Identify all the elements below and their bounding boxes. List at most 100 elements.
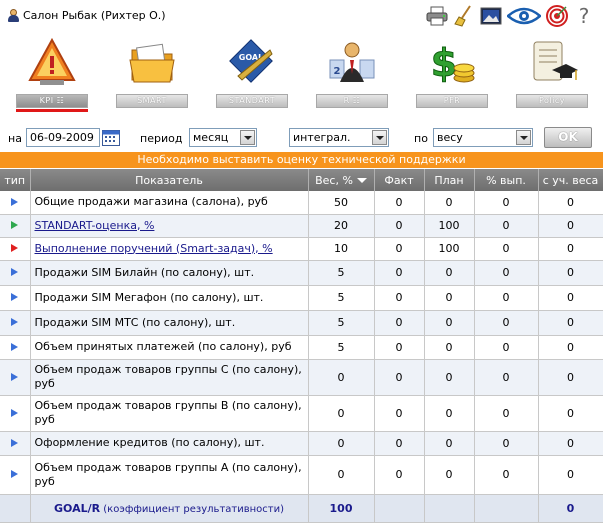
top-bar: Салон Рыбак (Рихтер О.) ? — [0, 0, 603, 30]
user-icon — [8, 9, 19, 22]
weight-cell: 10 — [308, 237, 375, 261]
plan-cell: 0 — [424, 335, 475, 360]
plan-cell: 0 — [424, 395, 475, 432]
expand-arrow-icon[interactable] — [11, 408, 19, 417]
table-row: Продажи SIM Билайн (по салону), шт. 5 0 0 0 0 — [0, 260, 603, 286]
table-row: Общие продажи магазина (салона), руб 50 0 0… — [0, 191, 603, 215]
weighted-cell: 0 — [538, 285, 603, 311]
plan-cell: 0 — [424, 260, 475, 286]
nav-item-pfr[interactable]: $ PFR — [414, 32, 490, 112]
policy-scroll-icon — [533, 41, 578, 81]
sort-desc-icon[interactable] — [356, 178, 367, 183]
nav-item-policy[interactable]: Policy — [514, 32, 590, 112]
ok-button[interactable]: OK — [544, 127, 592, 148]
fact-cell: 0 — [374, 359, 425, 396]
fact-cell: 0 — [374, 395, 425, 432]
plan-cell: 0 — [424, 310, 475, 336]
nav-label-policy: Policy — [516, 94, 588, 108]
expand-arrow-icon[interactable] — [11, 438, 19, 447]
col-header-plan: План — [424, 169, 475, 191]
eye-icon[interactable] — [507, 5, 541, 27]
period-select[interactable]: месяц — [189, 128, 257, 147]
table-footer-row: GOAL/R (коэффициент результативности) 100… — [0, 494, 603, 523]
fact-cell: 0 — [374, 335, 425, 360]
indicator-name: Продажи SIM МТС (по салону), шт. — [30, 310, 309, 336]
broom-icon[interactable] — [453, 5, 475, 27]
rating-person-icon: 2 — [329, 42, 375, 82]
chevron-down-icon[interactable] — [372, 130, 387, 145]
pct-cell: 0 — [474, 335, 539, 360]
pct-cell: 0 — [474, 359, 539, 396]
expand-arrow-icon[interactable] — [11, 470, 19, 478]
weight-cell: 20 — [308, 214, 375, 238]
table-row: Объем продаж товаров группы C (по салону… — [0, 359, 603, 396]
expand-arrow-icon[interactable] — [11, 372, 19, 381]
table-row: Продажи SIM Мегафон (по салону), шт. 5 0 0 0… — [0, 285, 603, 311]
expand-arrow-icon[interactable] — [11, 221, 19, 229]
plan-cell: 0 — [424, 285, 475, 311]
nav-label-r: R ☷ — [316, 94, 388, 108]
weight-cell: 5 — [308, 260, 375, 286]
nav-item-r[interactable]: 2 R ☷ — [314, 32, 390, 112]
type-cell — [0, 191, 31, 215]
expand-arrow-icon[interactable] — [11, 342, 19, 351]
indicator-name: Продажи SIM Билайн (по салону), шт. — [30, 260, 309, 286]
indicator-name: Объем продаж товаров группы A (по салону… — [30, 455, 309, 495]
nav-item-kpi[interactable]: KPI ☷ — [14, 32, 90, 112]
weighted-cell: 0 — [538, 335, 603, 360]
by-select[interactable]: весу — [433, 128, 533, 147]
type-cell — [0, 237, 31, 261]
plan-cell: 0 — [424, 191, 475, 215]
indicator-name[interactable]: STANDART-оценка, % — [30, 214, 309, 238]
expand-arrow-icon[interactable] — [11, 268, 19, 276]
folder-icon — [129, 43, 175, 83]
goal-compass-icon: GOAL — [229, 39, 273, 83]
target-icon[interactable] — [546, 5, 568, 27]
weight-cell: 0 — [308, 359, 375, 396]
footer-label-bold: GOAL/R — [53, 501, 101, 515]
nav-label-standart: STANDART — [216, 94, 288, 108]
nav-item-standart[interactable]: GOAL STANDART — [214, 32, 290, 112]
chevron-down-icon[interactable] — [240, 130, 255, 145]
chevron-down-icon[interactable] — [516, 130, 531, 145]
col-header-weight[interactable]: Вес, % — [308, 169, 375, 191]
expand-arrow-icon[interactable] — [11, 293, 19, 301]
active-indicator — [16, 109, 88, 112]
footer-type-cell — [0, 494, 31, 523]
footer-label: GOAL/R (коэффициент результативности) — [30, 494, 309, 523]
money-icon: $ — [430, 41, 475, 86]
nav-label-smart: SMART — [116, 94, 188, 108]
fact-cell: 0 — [374, 214, 425, 238]
by-label: по — [414, 132, 428, 145]
type-cell — [0, 214, 31, 238]
table-row: Продажи SIM МТС (по салону), шт. 5 0 0 0 0 — [0, 310, 603, 336]
indicator-name[interactable]: Выполнение поручений (Smart-задач), % — [30, 237, 309, 261]
weighted-cell: 0 — [538, 455, 603, 495]
notice-banner[interactable]: Необходимо выставить оценку технической … — [0, 152, 603, 168]
date-input[interactable]: 06-09-2009 — [26, 128, 100, 147]
table-row: Объем принятых платежей (по салону), руб… — [0, 335, 603, 360]
kpi-table: тип Показатель Вес, % Факт План % вып. с… — [0, 169, 603, 523]
toolbar: ? — [426, 4, 595, 28]
weighted-cell: 0 — [538, 431, 603, 456]
nav-item-smart[interactable]: SMART — [114, 32, 190, 112]
svg-text:2: 2 — [334, 66, 341, 77]
by-select-value: весу — [437, 131, 463, 144]
indicator-name: Объем продаж товаров группы B (по салону… — [30, 395, 309, 432]
expand-arrow-icon[interactable] — [11, 197, 19, 206]
mode-select[interactable]: интеграл. — [289, 128, 389, 147]
expand-arrow-icon[interactable] — [11, 244, 19, 252]
image-icon[interactable] — [480, 5, 502, 27]
col-header-weighted: с уч. веса — [538, 169, 603, 191]
expand-arrow-icon[interactable] — [11, 318, 19, 326]
weight-cell: 5 — [308, 335, 375, 360]
table-row: Объем продаж товаров группы B (по салону… — [0, 395, 603, 432]
printer-icon[interactable] — [426, 5, 448, 27]
fact-cell: 0 — [374, 237, 425, 261]
col-header-weight-label: Вес, % — [315, 173, 353, 187]
pct-cell: 0 — [474, 285, 539, 311]
calendar-icon[interactable] — [102, 129, 120, 146]
svg-text:$: $ — [431, 41, 457, 85]
help-icon[interactable]: ? — [573, 4, 595, 28]
footer-label-small: (коэффициент результативности) — [100, 503, 284, 515]
